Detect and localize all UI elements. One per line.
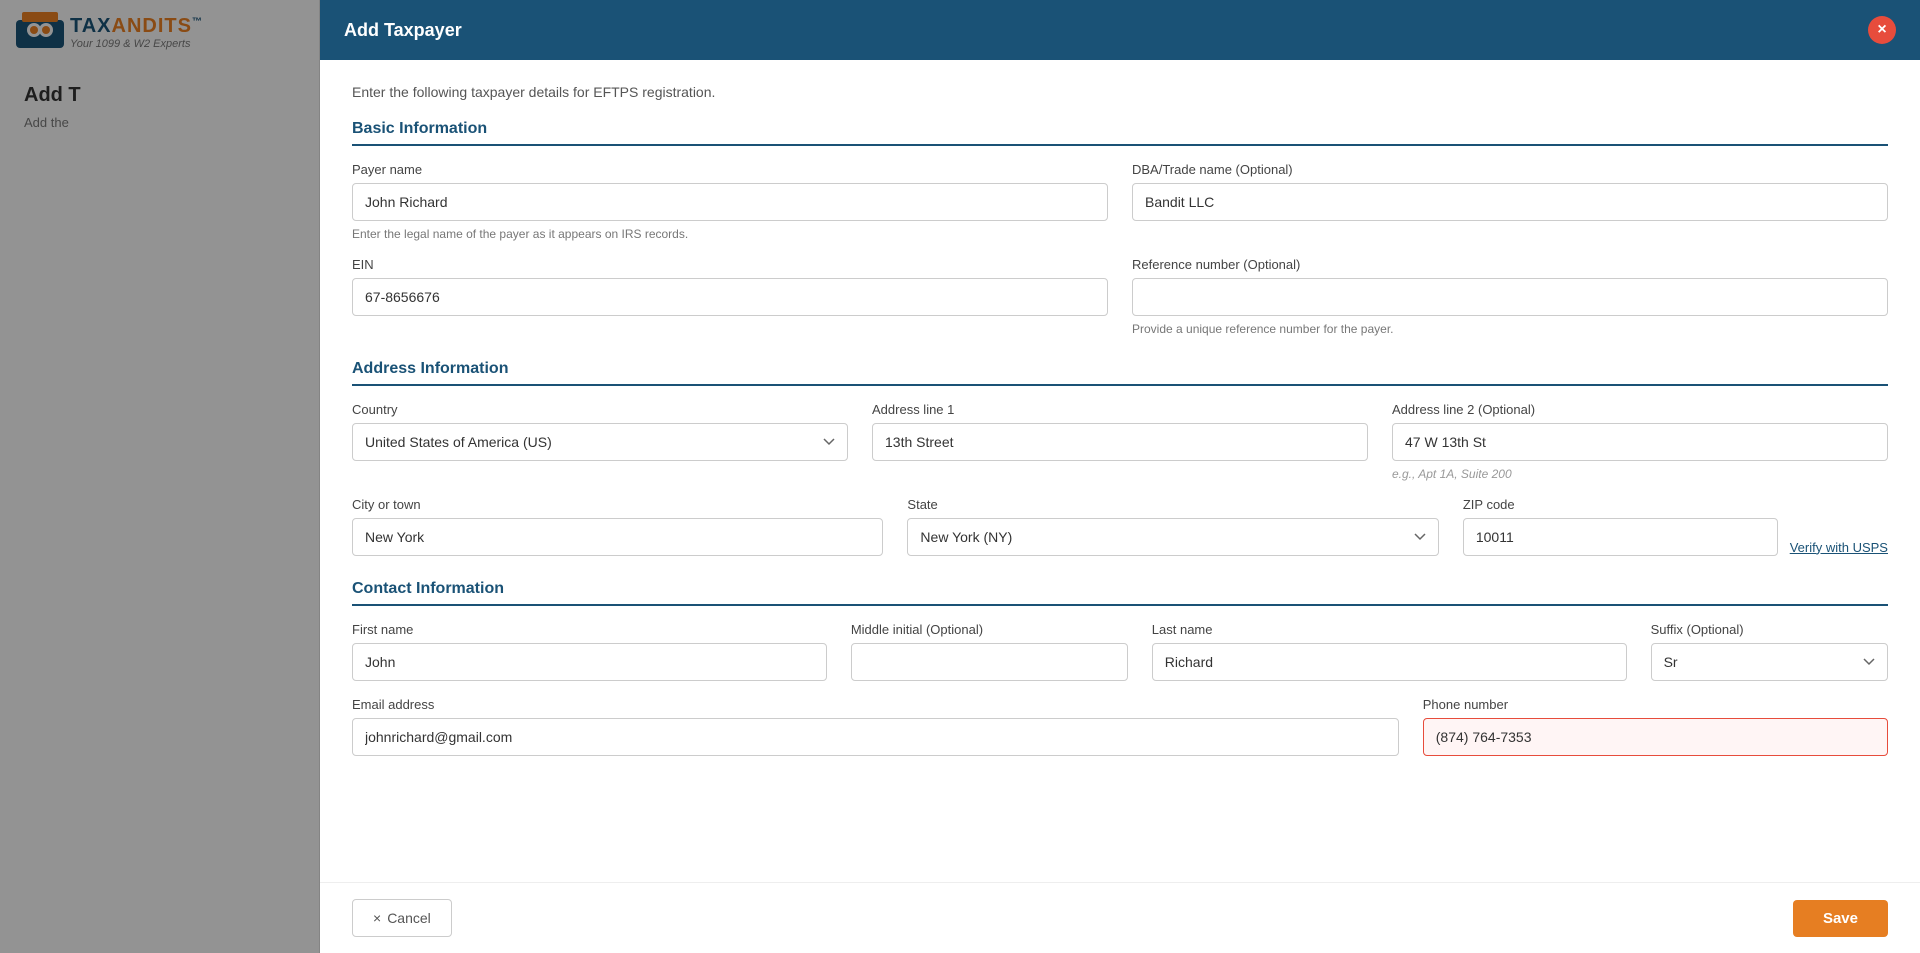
- ein-group: EIN: [352, 257, 1108, 336]
- phone-input[interactable]: [1423, 718, 1888, 756]
- dba-label: DBA/Trade name (Optional): [1132, 162, 1888, 177]
- modal-header: Add Taxpayer ×: [320, 0, 1920, 60]
- payer-name-label: Payer name: [352, 162, 1108, 177]
- payer-name-group: Payer name Enter the legal name of the p…: [352, 162, 1108, 241]
- cancel-label: Cancel: [387, 910, 431, 926]
- reference-number-hint: Provide a unique reference number for th…: [1132, 322, 1888, 336]
- address1-group: Address line 1: [872, 402, 1368, 481]
- cancel-button[interactable]: × Cancel: [352, 899, 452, 937]
- dba-input[interactable]: [1132, 183, 1888, 221]
- last-name-group: Last name: [1152, 622, 1627, 681]
- modal-body: Enter the following taxpayer details for…: [320, 60, 1920, 882]
- phone-group: Phone number: [1423, 697, 1888, 756]
- modal-subtitle: Enter the following taxpayer details for…: [352, 84, 1888, 100]
- address2-label: Address line 2 (Optional): [1392, 402, 1888, 417]
- contact-name-row: First name Middle initial (Optional) Las…: [352, 622, 1888, 681]
- first-name-input[interactable]: [352, 643, 827, 681]
- add-taxpayer-modal: Add Taxpayer × Enter the following taxpa…: [320, 0, 1920, 953]
- address2-group: Address line 2 (Optional) e.g., Apt 1A, …: [1392, 402, 1888, 481]
- state-group: State New York (NY) California (CA) Texa…: [907, 497, 1438, 556]
- cancel-icon: ×: [373, 910, 381, 926]
- state-select[interactable]: New York (NY) California (CA) Texas (TX)…: [907, 518, 1438, 556]
- ein-row: EIN Reference number (Optional) Provide …: [352, 257, 1888, 336]
- country-group: Country United States of America (US) Ca…: [352, 402, 848, 481]
- basic-information-section: Basic Information Payer name Enter the l…: [352, 120, 1888, 336]
- basic-info-header: Basic Information: [352, 120, 1888, 146]
- last-name-input[interactable]: [1152, 643, 1627, 681]
- phone-label: Phone number: [1423, 697, 1888, 712]
- address-information-section: Address Information Country United State…: [352, 360, 1888, 556]
- payer-name-row: Payer name Enter the legal name of the p…: [352, 162, 1888, 241]
- city-group: City or town: [352, 497, 883, 556]
- modal-title: Add Taxpayer: [344, 20, 462, 41]
- reference-number-group: Reference number (Optional) Provide a un…: [1132, 257, 1888, 336]
- address-info-header: Address Information: [352, 360, 1888, 386]
- suffix-select[interactable]: Sr Jr II III IV: [1651, 643, 1888, 681]
- address1-input[interactable]: [872, 423, 1368, 461]
- contact-info-header: Contact Information: [352, 580, 1888, 606]
- dba-name-group: DBA/Trade name (Optional): [1132, 162, 1888, 241]
- email-group: Email address: [352, 697, 1399, 756]
- modal-close-button[interactable]: ×: [1868, 16, 1896, 44]
- address-row-2: City or town State New York (NY) Califor…: [352, 497, 1888, 556]
- middle-initial-input[interactable]: [851, 643, 1128, 681]
- verify-usps-link[interactable]: Verify with USPS: [1790, 520, 1888, 555]
- middle-initial-label: Middle initial (Optional): [851, 622, 1128, 637]
- payer-name-input[interactable]: [352, 183, 1108, 221]
- address1-label: Address line 1: [872, 402, 1368, 417]
- country-select[interactable]: United States of America (US) Canada Uni…: [352, 423, 848, 461]
- modal-footer: × Cancel Save: [320, 882, 1920, 953]
- payer-name-hint: Enter the legal name of the payer as it …: [352, 227, 1108, 241]
- city-input[interactable]: [352, 518, 883, 556]
- save-button[interactable]: Save: [1793, 900, 1888, 937]
- reference-number-input[interactable]: [1132, 278, 1888, 316]
- first-name-group: First name: [352, 622, 827, 681]
- suffix-label: Suffix (Optional): [1651, 622, 1888, 637]
- state-label: State: [907, 497, 1438, 512]
- address2-input[interactable]: [1392, 423, 1888, 461]
- contact-information-section: Contact Information First name Middle in…: [352, 580, 1888, 756]
- contact-email-phone-row: Email address Phone number: [352, 697, 1888, 756]
- zip-input[interactable]: [1463, 518, 1778, 556]
- country-label: Country: [352, 402, 848, 417]
- middle-initial-group: Middle initial (Optional): [851, 622, 1128, 681]
- first-name-label: First name: [352, 622, 827, 637]
- suffix-group: Suffix (Optional) Sr Jr II III IV: [1651, 622, 1888, 681]
- zip-label: ZIP code: [1463, 497, 1888, 512]
- address2-hint: e.g., Apt 1A, Suite 200: [1392, 467, 1888, 481]
- last-name-label: Last name: [1152, 622, 1627, 637]
- ein-label: EIN: [352, 257, 1108, 272]
- reference-number-label: Reference number (Optional): [1132, 257, 1888, 272]
- email-label: Email address: [352, 697, 1399, 712]
- email-input[interactable]: [352, 718, 1399, 756]
- zip-group: ZIP code Verify with USPS: [1463, 497, 1888, 556]
- city-label: City or town: [352, 497, 883, 512]
- ein-input[interactable]: [352, 278, 1108, 316]
- address-row-1: Country United States of America (US) Ca…: [352, 402, 1888, 481]
